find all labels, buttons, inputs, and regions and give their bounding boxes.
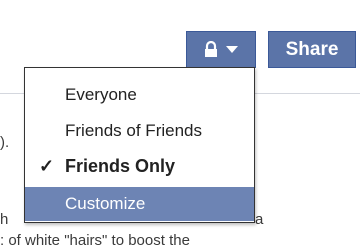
privacy-dropdown-menu: Everyone Friends of Friends ✓ Friends On… (24, 67, 255, 223)
background-text-fragment: ). (0, 134, 10, 151)
menu-item-friends-only[interactable]: ✓ Friends Only (25, 150, 254, 183)
lock-icon (204, 41, 218, 58)
menu-item-label: Friends Only (65, 156, 176, 176)
menu-item-label: Everyone (65, 84, 137, 104)
background-text-line: : of white "hairs" to boost the (0, 232, 190, 249)
caret-down-icon (226, 45, 238, 54)
background-text-fragment: a (255, 211, 264, 228)
background-text-fragment: h (0, 211, 9, 228)
menu-item-label: Customize (65, 194, 146, 213)
checkmark-icon: ✓ (39, 156, 55, 176)
share-button[interactable]: Share (268, 31, 356, 68)
privacy-selector-button[interactable] (186, 31, 256, 68)
menu-item-everyone[interactable]: Everyone (25, 78, 254, 111)
menu-item-label: Friends of Friends (65, 120, 202, 140)
menu-item-customize[interactable]: Customize (25, 187, 254, 221)
menu-item-friends-of-friends[interactable]: Friends of Friends (25, 114, 254, 147)
